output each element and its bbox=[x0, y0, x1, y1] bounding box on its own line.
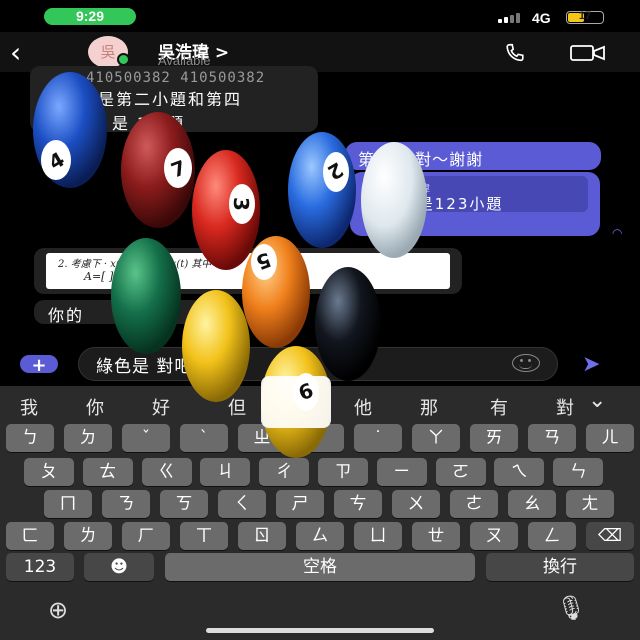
key-row4-2[interactable]: ㄏ bbox=[122, 522, 170, 550]
key-row1-0[interactable]: ㄅ bbox=[6, 424, 54, 452]
candidate-word[interactable]: 他 bbox=[354, 394, 372, 420]
send-icon[interactable]: ➤ bbox=[582, 352, 600, 377]
ball-number: 3 bbox=[229, 197, 253, 211]
image-text: 2. 考慮下 · x(t) · y(t)=Cx(t) 其中 bbox=[58, 259, 212, 270]
candidate-word[interactable]: 但 bbox=[228, 394, 246, 420]
ball-number: 2 bbox=[323, 157, 347, 185]
key-row3-9[interactable]: ㄤ bbox=[566, 490, 614, 518]
candidate-word[interactable]: 好 bbox=[152, 394, 170, 420]
return-key[interactable]: 換行 bbox=[486, 553, 634, 581]
add-attachment-button[interactable]: + bbox=[20, 355, 58, 376]
message-text: 第 題才對～謝謝 bbox=[358, 150, 484, 169]
key-row3-6[interactable]: ㄨ bbox=[392, 490, 440, 518]
read-receipt-icon: ◠ bbox=[612, 226, 623, 240]
key-row2-2[interactable]: ㄍ bbox=[141, 458, 192, 486]
backspace-icon[interactable]: ⌫ bbox=[586, 522, 634, 550]
message-text: 是 3小題 bbox=[112, 114, 186, 133]
ball-number: 7 bbox=[168, 155, 189, 182]
candidate-word[interactable]: 有 bbox=[490, 394, 508, 420]
key-row1-8[interactable]: ㄞ bbox=[470, 424, 518, 452]
key-row2-9[interactable]: ㄣ bbox=[553, 458, 604, 486]
back-button[interactable]: ‹ bbox=[10, 36, 21, 69]
candidate-word[interactable]: 對 bbox=[556, 394, 574, 420]
key-row1-5[interactable]: ˊ bbox=[296, 424, 344, 452]
key-row2-7[interactable]: ㄛ bbox=[435, 458, 486, 486]
signal-icon bbox=[498, 13, 524, 23]
key-row1-4[interactable]: ㄓ bbox=[238, 424, 286, 452]
key-row1-1[interactable]: ㄉ bbox=[64, 424, 112, 452]
key-row1-3[interactable]: ˋ bbox=[180, 424, 228, 452]
key-row1-6[interactable]: ˙ bbox=[354, 424, 402, 452]
candidate-word[interactable]: 你 bbox=[86, 394, 104, 420]
key-row1-9[interactable]: ㄢ bbox=[528, 424, 576, 452]
emoji-key[interactable]: ☻ bbox=[84, 553, 154, 581]
key-row4-3[interactable]: ㄒ bbox=[180, 522, 228, 550]
key-row4-4[interactable]: ㄖ bbox=[238, 522, 286, 550]
chevron-down-icon[interactable]: ⌄ bbox=[588, 388, 606, 413]
key-row2-4[interactable]: ㄔ bbox=[259, 458, 310, 486]
message-text: 是 是123小題 bbox=[394, 195, 504, 213]
key-row4-8[interactable]: ㄡ bbox=[470, 522, 518, 550]
key-row4-1[interactable]: ㄌ bbox=[64, 522, 112, 550]
key-row1-2[interactable]: ˇ bbox=[122, 424, 170, 452]
candidate-word[interactable]: 那 bbox=[420, 394, 438, 420]
key-row3-5[interactable]: ㄘ bbox=[334, 490, 382, 518]
globe-icon[interactable]: ⊕ bbox=[48, 596, 68, 624]
key-row4-6[interactable]: ㄩ bbox=[354, 522, 402, 550]
key-row2-1[interactable]: ㄊ bbox=[82, 458, 133, 486]
key-row2-3[interactable]: ㄐ bbox=[200, 458, 251, 486]
battery-icon: 17 bbox=[566, 10, 604, 24]
quoted-text: 410500382 410500382 bbox=[86, 70, 266, 86]
key-row1-7[interactable]: ㄚ bbox=[412, 424, 460, 452]
message-input-text[interactable]: 綠色是 對吧 bbox=[96, 352, 192, 377]
key-row4-9[interactable]: ㄥ bbox=[528, 522, 576, 550]
key-row3-7[interactable]: ㄜ bbox=[450, 490, 498, 518]
numbers-key[interactable]: 123 bbox=[6, 553, 74, 581]
ball-number: 4 bbox=[44, 147, 68, 175]
candidate-word[interactable]: 我 bbox=[20, 394, 38, 420]
network-type: 4G bbox=[532, 10, 551, 26]
presence-badge bbox=[117, 53, 130, 66]
key-row4-5[interactable]: ㄙ bbox=[296, 522, 344, 550]
image-text: A=[ ] C=[1 bbox=[84, 270, 146, 283]
key-row3-0[interactable]: ㄇ bbox=[44, 490, 92, 518]
microphone-icon[interactable]: 🎙︎ bbox=[556, 594, 586, 622]
space-key[interactable]: 空格 bbox=[165, 553, 475, 581]
phone-icon[interactable] bbox=[502, 42, 528, 64]
message-text: 你的 bbox=[48, 306, 85, 325]
home-indicator bbox=[206, 628, 434, 633]
emoji-icon[interactable] bbox=[512, 354, 540, 372]
key-row2-8[interactable]: ㄟ bbox=[494, 458, 545, 486]
key-row4-0[interactable]: ㄈ bbox=[6, 522, 54, 550]
key-row3-3[interactable]: ㄑ bbox=[218, 490, 266, 518]
key-row3-4[interactable]: ㄕ bbox=[276, 490, 324, 518]
status-time: 9:29 bbox=[44, 8, 136, 25]
battery-level: 17 bbox=[578, 10, 592, 22]
key-row3-8[interactable]: ㄠ bbox=[508, 490, 556, 518]
key-row1-10[interactable]: ㄦ bbox=[586, 424, 634, 452]
video-icon[interactable] bbox=[570, 44, 606, 62]
key-row4-7[interactable]: ㄝ bbox=[412, 522, 460, 550]
key-row2-6[interactable]: ㄧ bbox=[376, 458, 427, 486]
key-row3-1[interactable]: ㄋ bbox=[102, 490, 150, 518]
key-row2-5[interactable]: ㄗ bbox=[318, 458, 368, 486]
key-row2-0[interactable]: ㄆ bbox=[24, 458, 74, 486]
key-row3-2[interactable]: ㄎ bbox=[160, 490, 208, 518]
